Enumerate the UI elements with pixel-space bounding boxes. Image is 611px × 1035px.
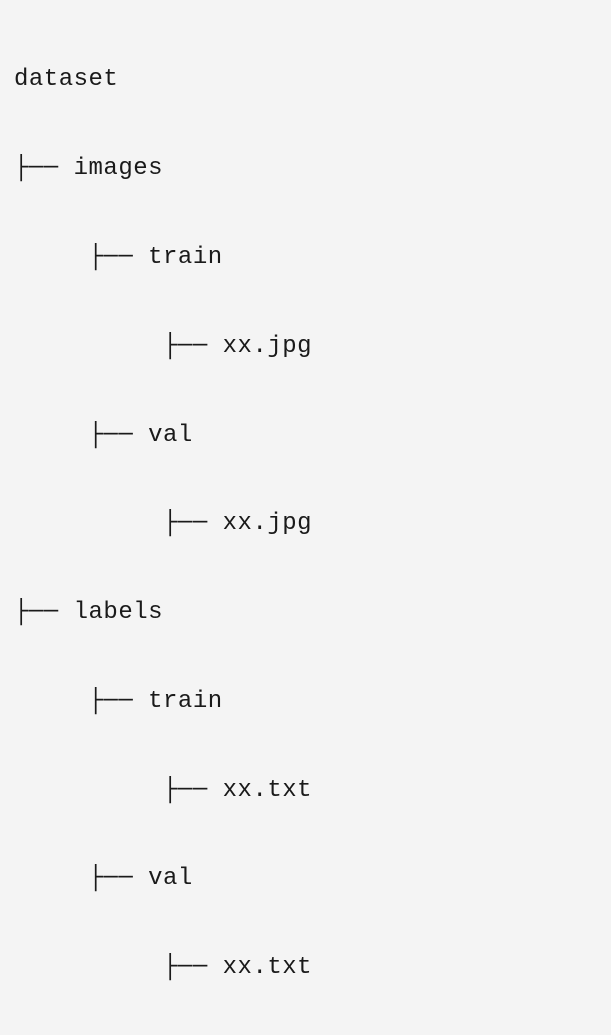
tree-item: ├── train: [14, 236, 597, 280]
tree-branch-icon: ├──: [163, 333, 223, 360]
tree-node-name: xx.jpg: [223, 333, 312, 360]
tree-node-name: val: [148, 422, 193, 449]
directory-tree: dataset ├── images ├── train ├── xx.jpg …: [14, 14, 597, 1035]
tree-node-name: dataset: [14, 66, 118, 93]
tree-item: ├── val: [14, 857, 597, 901]
tree-branch-icon: ├──: [163, 777, 223, 804]
tree-node-name: val: [148, 865, 193, 892]
tree-node-name: images: [74, 155, 163, 182]
tree-node-name: xx.jpg: [223, 510, 312, 537]
tree-node-name: labels: [74, 599, 163, 626]
tree-item: ├── xx.jpg: [14, 502, 597, 546]
tree-node-name: train: [148, 688, 223, 715]
tree-branch-icon: ├──: [163, 954, 223, 981]
tree-branch-icon: ├──: [14, 155, 74, 182]
tree-branch-icon: ├──: [89, 865, 149, 892]
tree-node-name: xx.txt: [223, 777, 312, 804]
tree-item: ├── labels: [14, 591, 597, 635]
tree-root: dataset: [14, 58, 597, 102]
tree-item: ├── train: [14, 680, 597, 724]
tree-item: ├── images: [14, 147, 597, 191]
tree-item: ├── val: [14, 414, 597, 458]
tree-node-name: xx.txt: [223, 954, 312, 981]
tree-branch-icon: ├──: [89, 244, 149, 271]
tree-branch-icon: ├──: [163, 510, 223, 537]
tree-branch-icon: ├──: [89, 688, 149, 715]
tree-branch-icon: ├──: [14, 599, 74, 626]
tree-item: ├── xx.txt: [14, 946, 597, 990]
tree-node-name: train: [148, 244, 223, 271]
tree-item: ├── xx.jpg: [14, 325, 597, 369]
tree-item: ├── xx.txt: [14, 769, 597, 813]
tree-branch-icon: ├──: [89, 422, 149, 449]
